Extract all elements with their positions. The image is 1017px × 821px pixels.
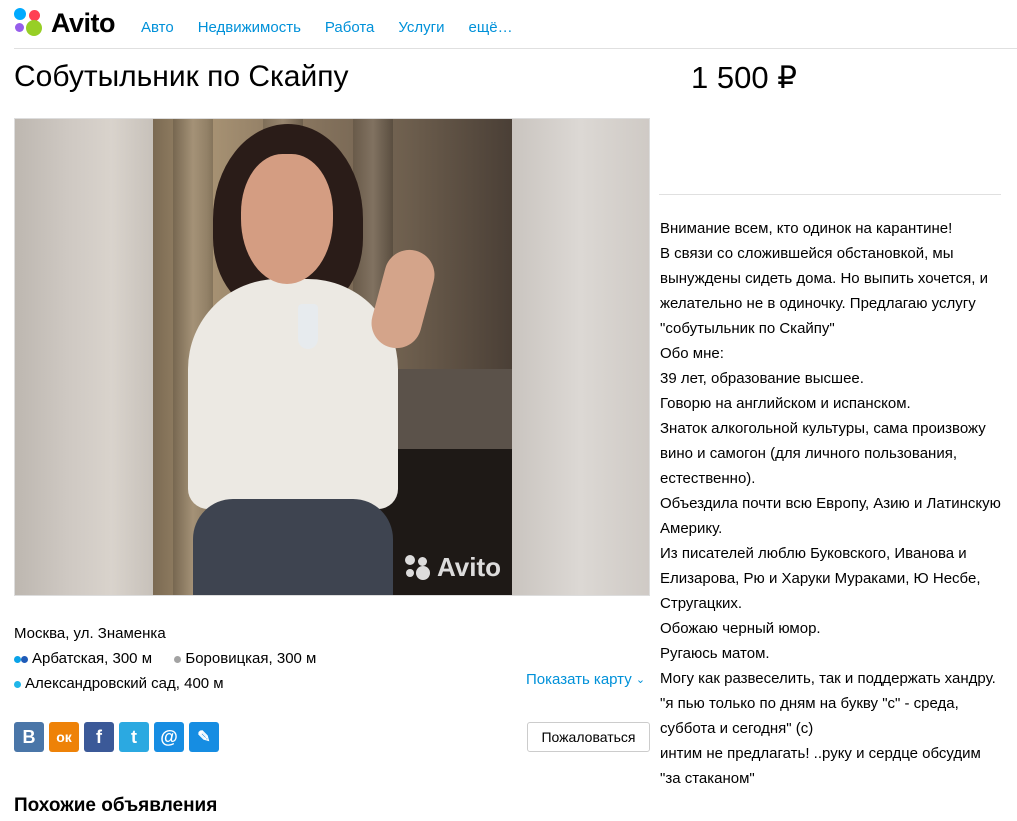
odnoklassniki-icon[interactable]: ок xyxy=(49,722,79,752)
gallery-blur-right xyxy=(511,119,649,595)
description-paragraph: 39 лет, образование высшее. xyxy=(660,370,864,387)
nav-link-more[interactable]: ещё… xyxy=(469,19,513,36)
metro-name: Александровский сад, 400 м xyxy=(25,675,224,692)
description-paragraph: Говорю на английском и испанском. xyxy=(660,395,911,412)
vk-icon[interactable]: B xyxy=(14,722,44,752)
chevron-down-icon: ⌄ xyxy=(635,674,646,686)
photo-gallery[interactable]: Avito xyxy=(14,118,650,596)
metro-station: Александровский сад, 400 м xyxy=(14,671,316,696)
listing-title: Собутыльник по Скайпу xyxy=(14,60,349,93)
description-paragraph: Могу как развеселить, так и поддержать х… xyxy=(660,670,996,687)
twitter-icon[interactable]: t xyxy=(119,722,149,752)
avito-watermark: Avito xyxy=(404,552,501,583)
description-paragraph: Обо мне: xyxy=(660,345,724,362)
nav-link-jobs[interactable]: Работа xyxy=(325,19,375,36)
avito-logo[interactable]: Avito xyxy=(14,7,116,38)
gallery-blur-left xyxy=(15,119,153,595)
watermark-logo-icon xyxy=(404,554,431,581)
main-nav: Авто Недвижимость Работа Услуги ещё… xyxy=(141,19,513,36)
description-paragraph: Знаток алкогольной культуры, сама произв… xyxy=(660,420,986,487)
show-map-link[interactable]: Показать карту ⌄ xyxy=(526,671,645,688)
metro-line-icon xyxy=(21,655,28,663)
description-paragraph: Внимание всем, кто одинок на карантине! xyxy=(660,220,953,237)
description-paragraph: интим не предлагать! ..руку и сердце обс… xyxy=(660,745,981,787)
nav-link-auto[interactable]: Авто xyxy=(141,19,174,36)
livejournal-icon[interactable]: ✎ xyxy=(189,722,219,752)
description-paragraph: Из писателей люблю Буковского, Иванова и… xyxy=(660,545,981,612)
watermark-text: Avito xyxy=(436,552,501,582)
metro-station: Арбатская, 300 м Боровицкая, 300 м xyxy=(14,646,316,671)
mail-icon[interactable]: @ xyxy=(154,722,184,752)
show-map-label: Показать карту xyxy=(526,671,632,688)
metro-line-icon xyxy=(174,655,182,663)
metro-line-icon xyxy=(14,655,21,663)
location-block: Москва, ул. Знаменка Арбатская, 300 м Бо… xyxy=(14,621,316,696)
listing-description: Внимание всем, кто одинок на карантине! … xyxy=(660,216,1005,791)
facebook-icon[interactable]: f xyxy=(84,722,114,752)
avito-logo-icon xyxy=(14,8,44,38)
metro-name: Арбатская, 300 м xyxy=(32,650,153,667)
similar-listings-title: Похожие объявления xyxy=(14,795,218,816)
metro-line-icon xyxy=(14,680,21,688)
logo-text: Avito xyxy=(51,7,116,38)
description-paragraph: "я пью только по дням на букву "с" - сре… xyxy=(660,695,959,737)
description-paragraph: Объездила почти всю Европу, Азию и Латин… xyxy=(660,495,1001,537)
header-divider xyxy=(14,48,1017,49)
nav-link-realty[interactable]: Недвижимость xyxy=(198,19,301,36)
listing-price: 1 500 ₽ xyxy=(691,60,797,95)
address: Москва, ул. Знаменка xyxy=(14,625,166,642)
description-paragraph: Ругаюсь матом. xyxy=(660,645,770,662)
social-share-bar: B ок f t @ ✎ xyxy=(14,722,219,752)
nav-link-services[interactable]: Услуги xyxy=(398,19,444,36)
description-paragraph: В связи со сложившейся обстановкой, мы в… xyxy=(660,245,988,337)
description-divider xyxy=(659,194,1001,195)
complain-button[interactable]: Пожаловаться xyxy=(527,722,650,752)
listing-photo[interactable] xyxy=(153,119,512,595)
description-paragraph: Обожаю черный юмор. xyxy=(660,620,821,637)
metro-name: Боровицкая, 300 м xyxy=(185,650,317,667)
